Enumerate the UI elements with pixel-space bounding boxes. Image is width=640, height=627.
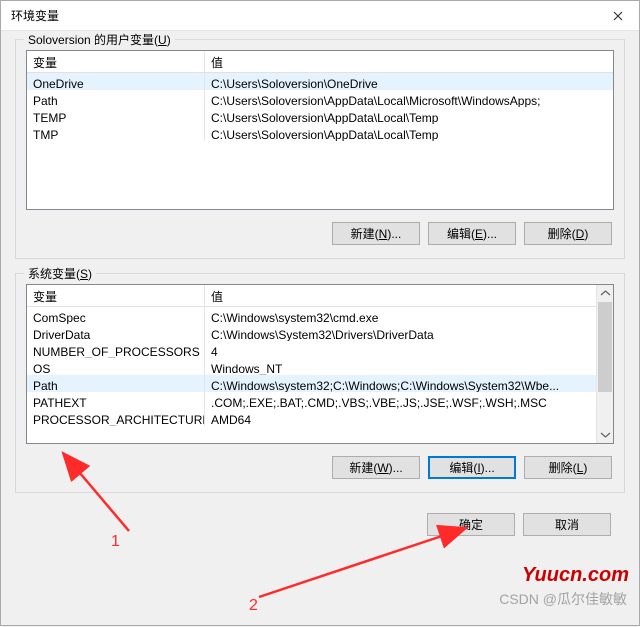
- scroll-thumb[interactable]: [598, 302, 612, 392]
- user-group-label: Soloversion 的用户变量(U): [24, 31, 175, 48]
- env-vars-dialog: 环境变量 Soloversion 的用户变量(U) 变量 值 OneDrive …: [0, 0, 640, 626]
- system-vars-table[interactable]: 变量 值 ComSpec C:\Windows\system32\cmd.exe…: [26, 284, 614, 444]
- watermark-csdn: CSDN @瓜尔佳敏敏: [499, 589, 627, 609]
- dialog-button-row: 确定 取消: [15, 507, 625, 546]
- user-edit-button[interactable]: 编辑(E)...: [428, 222, 516, 245]
- table-row[interactable]: TMP C:\Users\Soloversion\AppData\Local\T…: [27, 124, 613, 141]
- table-row[interactable]: ComSpec C:\Windows\system32\cmd.exe: [27, 307, 613, 324]
- table-row[interactable]: OneDrive C:\Users\Soloversion\OneDrive: [27, 73, 613, 90]
- watermark-site: Yuucn.com: [522, 564, 629, 587]
- system-new-button[interactable]: 新建(W)...: [332, 456, 420, 479]
- cancel-button[interactable]: 取消: [523, 513, 611, 536]
- system-table-body: ComSpec C:\Windows\system32\cmd.exe Driv…: [27, 307, 613, 426]
- system-delete-button[interactable]: 删除(L): [524, 456, 612, 479]
- chevron-up-icon[interactable]: [597, 285, 614, 302]
- table-row[interactable]: NUMBER_OF_PROCESSORS 4: [27, 341, 613, 358]
- annotation-number-1: 1: [111, 533, 120, 551]
- table-row[interactable]: PROCESSOR_ARCHITECTURE AMD64: [27, 409, 613, 426]
- table-row-path-selected[interactable]: Path C:\Windows\system32;C:\Windows;C:\W…: [27, 375, 613, 392]
- system-scrollbar[interactable]: [596, 285, 613, 443]
- close-icon: [613, 11, 623, 21]
- user-table-body: OneDrive C:\Users\Soloversion\OneDrive P…: [27, 73, 613, 141]
- system-variables-group: 系统变量(S) 变量 值 ComSpec C:\Windows\system32…: [15, 273, 625, 493]
- ok-button[interactable]: 确定: [427, 513, 515, 536]
- table-row[interactable]: OS Windows_NT: [27, 358, 613, 375]
- table-header[interactable]: 变量 值: [27, 285, 613, 307]
- col-header-value[interactable]: 值: [205, 51, 613, 72]
- table-row[interactable]: Path C:\Users\Soloversion\AppData\Local\…: [27, 90, 613, 107]
- close-button[interactable]: [597, 1, 639, 31]
- col-header-value[interactable]: 值: [205, 285, 613, 306]
- annotation-number-2: 2: [249, 597, 258, 615]
- system-edit-button[interactable]: 编辑(I)...: [428, 456, 516, 479]
- table-row[interactable]: DriverData C:\Windows\System32\Drivers\D…: [27, 324, 613, 341]
- dialog-content: Soloversion 的用户变量(U) 变量 值 OneDrive C:\Us…: [1, 31, 639, 625]
- user-variables-group: Soloversion 的用户变量(U) 变量 值 OneDrive C:\Us…: [15, 39, 625, 259]
- table-row[interactable]: PATHEXT .COM;.EXE;.BAT;.CMD;.VBS;.VBE;.J…: [27, 392, 613, 409]
- table-header[interactable]: 变量 值: [27, 51, 613, 73]
- user-new-button[interactable]: 新建(N)...: [332, 222, 420, 245]
- user-vars-table[interactable]: 变量 值 OneDrive C:\Users\Soloversion\OneDr…: [26, 50, 614, 210]
- col-header-name[interactable]: 变量: [27, 51, 205, 72]
- system-group-label: 系统变量(S): [24, 265, 96, 282]
- dialog-title: 环境变量: [11, 7, 597, 24]
- col-header-name[interactable]: 变量: [27, 285, 205, 306]
- chevron-down-icon[interactable]: [597, 426, 614, 443]
- system-button-row: 新建(W)... 编辑(I)... 删除(L): [26, 444, 614, 487]
- table-row[interactable]: TEMP C:\Users\Soloversion\AppData\Local\…: [27, 107, 613, 124]
- user-button-row: 新建(N)... 编辑(E)... 删除(D): [26, 210, 614, 253]
- titlebar: 环境变量: [1, 1, 639, 31]
- user-delete-button[interactable]: 删除(D): [524, 222, 612, 245]
